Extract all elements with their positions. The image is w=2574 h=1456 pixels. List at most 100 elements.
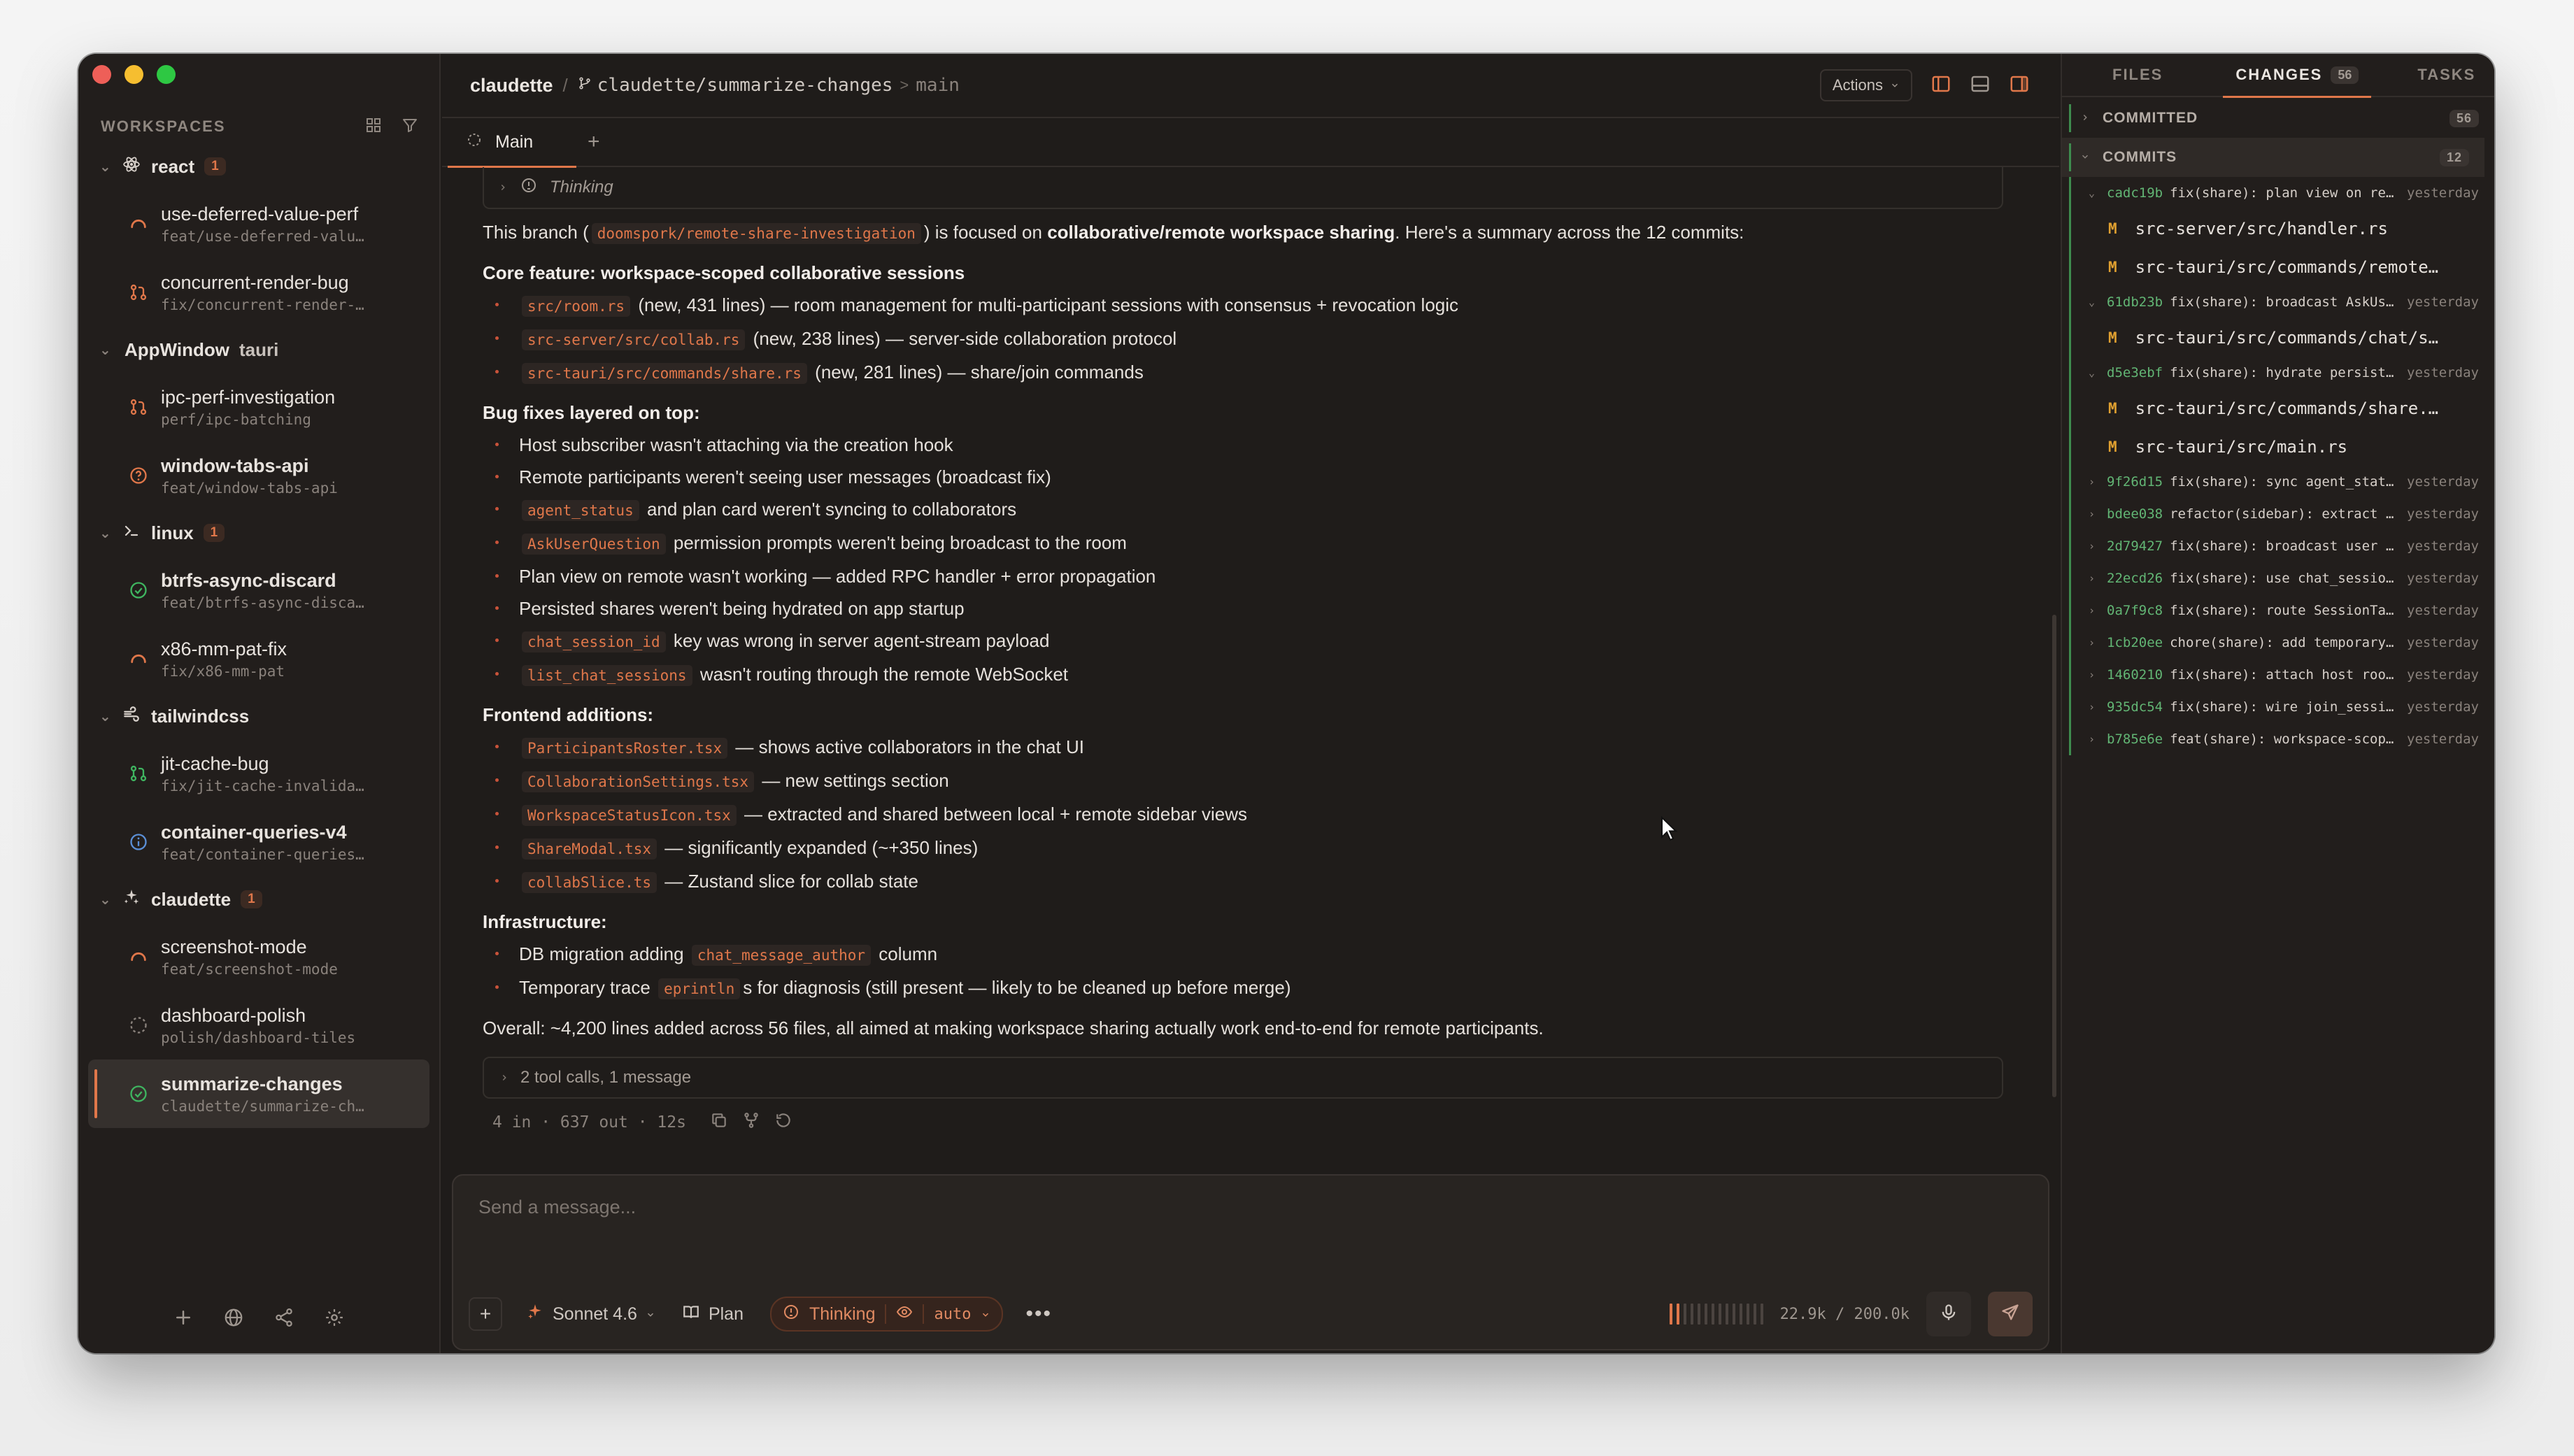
minimize-window-button[interactable] (125, 65, 143, 84)
group-react[interactable]: ⌄ react 1 (78, 143, 439, 190)
branch-name[interactable]: claudette/summarize-changes (578, 75, 893, 96)
workspace-item[interactable]: use-deferred-value-perf feat/use-deferre… (78, 190, 439, 258)
retry-icon[interactable] (774, 1111, 792, 1134)
workspace-item[interactable]: concurrent-render-bug fix/concurrent-ren… (78, 258, 439, 327)
workspace-item[interactable]: dashboard-polish polish/dashboard-tiles (78, 991, 439, 1059)
changed-file[interactable]: M src-tauri/src/commands/remote… (2062, 248, 2494, 286)
tab-tasks[interactable]: TASKS (2417, 54, 2475, 97)
chevron-right-icon: › (2089, 701, 2096, 713)
meter-tick (1683, 1304, 1686, 1325)
microphone-button[interactable] (1926, 1292, 1971, 1336)
unread-badge: 1 (241, 890, 262, 908)
plan-mode-button[interactable]: Plan (682, 1303, 744, 1326)
commit-row[interactable]: › b785e6e feat(share): workspace-scop… y… (2062, 723, 2494, 755)
workspace-item-active[interactable]: summarize-changes claudette/summarize-ch… (88, 1059, 429, 1128)
workspace-item[interactable]: btrfs-async-discard feat/btrfs-async-dis… (78, 556, 439, 624)
list-item: ParticipantsRoster.tsx — shows active co… (483, 731, 2003, 764)
commit-row[interactable]: › 0a7f9c8 fix(share): route SessionTabs.… (2062, 594, 2494, 627)
commit-row[interactable]: › 2d79427 fix(share): broadcast user me…… (2062, 530, 2494, 562)
model-selector[interactable]: Sonnet 4.6 (526, 1303, 655, 1326)
workspace-item[interactable]: jit-cache-bug fix/jit-cache-invalida… (78, 739, 439, 808)
section-label: COMMITS (2103, 149, 2177, 165)
effort-label[interactable]: auto (934, 1306, 971, 1323)
group-appwindow[interactable]: ⌄ AppWindow tauri (78, 327, 439, 373)
workspace-item[interactable]: x86-mm-pat-fix fix/x86-mm-pat (78, 624, 439, 693)
model-label: Sonnet 4.6 (553, 1304, 637, 1324)
group-linux[interactable]: ⌄ linux 1 (78, 510, 439, 556)
group-name: claudette (151, 888, 232, 910)
workspace-branch: fix/jit-cache-invalida… (161, 777, 364, 794)
copy-icon[interactable] (710, 1111, 728, 1134)
add-tab-button[interactable]: + (588, 130, 600, 154)
workspaces-header: WORKSPACES (101, 113, 418, 141)
thinking-collapsible[interactable]: Thinking (483, 167, 2003, 209)
gear-icon[interactable] (324, 1307, 345, 1332)
commit-row[interactable]: ⌄ d5e3ebf fix(share): hydrate persisted … (2062, 357, 2494, 389)
commit-hash: cadc19b (2107, 185, 2163, 201)
commits-section[interactable]: COMMITS 12 (2062, 138, 2484, 177)
filter-icon[interactable] (401, 117, 418, 137)
workspace-item[interactable]: ipc-perf-investigation perf/ipc-batching (78, 373, 439, 441)
commit-hash: 9f26d15 (2107, 474, 2163, 490)
tab-changes[interactable]: CHANGES 56 (2223, 54, 2372, 98)
commit-row[interactable]: › bdee038 refactor(sidebar): extract Wor… (2062, 498, 2494, 530)
attach-button[interactable]: + (469, 1297, 502, 1331)
workspace-item[interactable]: container-queries-v4 feat/container-quer… (78, 808, 439, 876)
changed-file[interactable]: M src-tauri/src/main.rs (2062, 427, 2494, 466)
scrollbar[interactable] (2052, 615, 2056, 1097)
book-icon (682, 1303, 700, 1326)
maximize-window-button[interactable] (157, 65, 176, 84)
actions-dropdown[interactable]: Actions (1819, 69, 1912, 101)
commit-row[interactable]: › 1cb20ee chore(share): add temporary … … (2062, 627, 2494, 659)
workspace-item[interactable]: window-tabs-api feat/window-tabs-api (78, 441, 439, 510)
commit-hash: bdee038 (2107, 506, 2163, 522)
add-workspace-icon[interactable] (173, 1307, 194, 1332)
toggle-left-panel-icon[interactable] (1930, 73, 1951, 98)
more-options-icon[interactable]: ••• (1025, 1302, 1052, 1326)
committed-section[interactable]: COMMITTED 56 (2062, 99, 2494, 138)
wind-icon (122, 705, 141, 728)
inline-code: src-server/src/collab.rs (522, 329, 746, 350)
changed-file[interactable]: M src-server/src/handler.rs (2062, 209, 2494, 248)
chat-transcript[interactable]: Thinking This branch (doomspork/remote-s… (442, 167, 2059, 1178)
commit-row[interactable]: › 1460210 fix(share): attach host room s… (2062, 659, 2494, 691)
commit-message: fix(share): hydrate persisted s… (2170, 365, 2399, 380)
thinking-toggle[interactable]: Thinking auto (769, 1297, 1004, 1332)
list-item: DB migration adding chat_message_author … (483, 938, 2003, 971)
list-item: AskUserQuestion permission prompts weren… (483, 527, 2003, 560)
commit-row[interactable]: ⌄ 61db23b fix(share): broadcast AskUser…… (2062, 286, 2494, 318)
message-input[interactable] (478, 1197, 2023, 1218)
globe-icon[interactable] (223, 1307, 244, 1332)
pull-request-icon (127, 764, 150, 783)
commit-row[interactable]: › 935dc54 fix(share): wire join_session,… (2062, 691, 2494, 723)
changed-file[interactable]: M src-tauri/src/commands/chat/s… (2062, 318, 2494, 357)
group-tailwindcss[interactable]: ⌄ tailwindcss (78, 693, 439, 739)
commit-row[interactable]: › 9f26d15 fix(share): sync agent_status … (2062, 466, 2494, 498)
eye-icon[interactable] (896, 1304, 913, 1325)
section-heading: Core feature: workspace-scoped collabora… (483, 262, 965, 283)
commit-row[interactable]: › 22ecd26 fix(share): use chat_session_i… (2062, 562, 2494, 594)
toggle-right-panel-icon[interactable] (2009, 73, 2030, 98)
chevron-down-icon: ⌄ (99, 159, 111, 175)
session-tabs: Main + (442, 117, 2059, 168)
project-name[interactable]: claudette (470, 75, 553, 97)
summary-intro: This branch (doomspork/remote-share-inve… (483, 216, 2003, 250)
list-item: Persisted shares weren't being hydrated … (483, 592, 2003, 624)
workspace-item[interactable]: screenshot-mode feat/screenshot-mode (78, 922, 439, 991)
tab-main[interactable]: Main (448, 117, 576, 168)
group-claudette[interactable]: ⌄ claudette 1 (78, 876, 439, 922)
close-window-button[interactable] (92, 65, 111, 84)
spinner-icon (127, 947, 150, 966)
grid-view-icon[interactable] (365, 117, 382, 137)
share-icon[interactable] (273, 1307, 294, 1332)
fork-icon[interactable] (742, 1111, 760, 1134)
chevron-down-icon: ⌄ (99, 525, 111, 541)
send-button[interactable] (1988, 1292, 2033, 1336)
section-label: COMMITTED (2103, 110, 2198, 126)
commit-row[interactable]: ⌄ cadc19b fix(share): plan view on remot… (2062, 177, 2494, 209)
workspace-branch: feat/window-tabs-api (161, 479, 338, 497)
toggle-bottom-panel-icon[interactable] (1970, 73, 1991, 98)
changed-file[interactable]: M src-tauri/src/commands/share.… (2062, 389, 2494, 427)
tool-calls-collapsible[interactable]: 2 tool calls, 1 message (483, 1057, 2003, 1099)
tab-files[interactable]: FILES (2112, 54, 2163, 97)
